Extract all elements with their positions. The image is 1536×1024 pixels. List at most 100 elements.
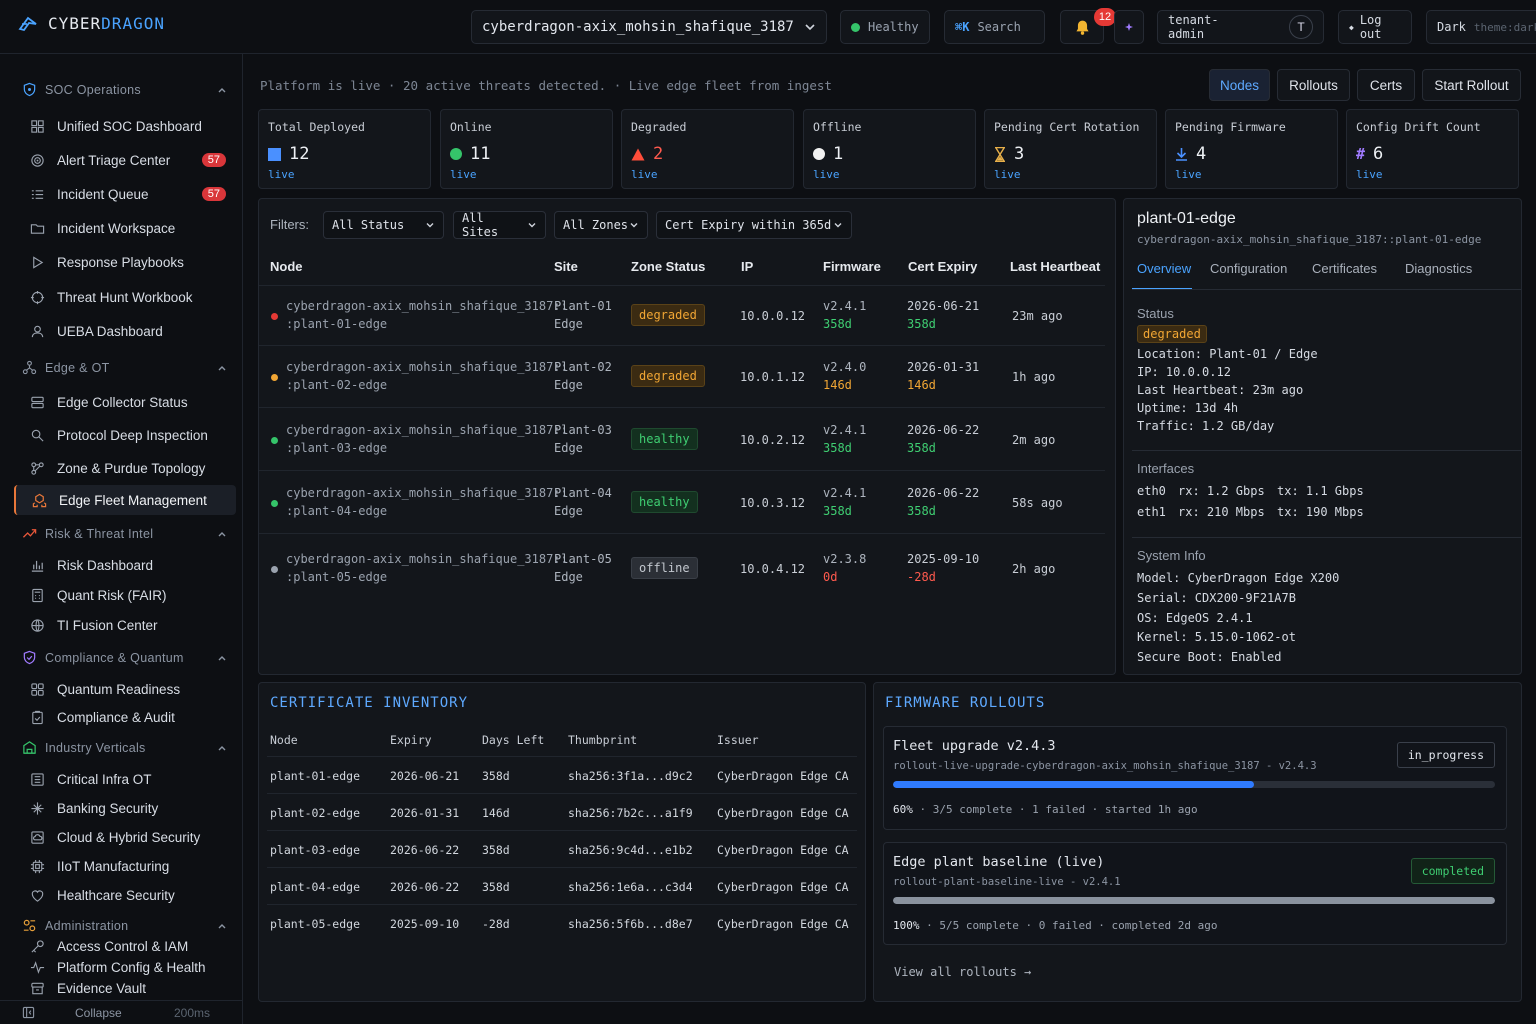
col-ip[interactable]: IP (741, 259, 753, 274)
sidebar-item-threat-hunt[interactable]: Threat Hunt Workbook (14, 282, 236, 312)
table-row[interactable]: plant-04-edge 2026-06-22 358d sha256:1e6a..… (267, 867, 857, 904)
tab-certificates[interactable]: Certificates (1312, 261, 1377, 276)
sidebar-item-edge-fleet[interactable]: Edge Fleet Management (14, 485, 236, 515)
col-firmware[interactable]: Firmware (823, 259, 881, 274)
collapse-button[interactable]: Collapse (75, 1006, 122, 1020)
table-row[interactable]: plant-01-edge 2026-06-21 358d sha256:3f1a..… (267, 756, 857, 793)
node-ip: 10.0.0.12 (740, 309, 806, 323)
sidebar-item-quant-risk[interactable]: Quant Risk (FAIR) (14, 580, 236, 610)
node-firmware-age: 358d (823, 441, 852, 455)
trend-icon (22, 529, 37, 538)
table-row[interactable]: cyberdragon-axix_mohsin_shafique_3187:::… (259, 533, 1105, 603)
kpi-label: Config Drift Count (1356, 120, 1481, 134)
sidebar-item-label: Edge Fleet Management (59, 492, 207, 508)
tab-diagnostics[interactable]: Diagnostics (1405, 261, 1472, 276)
divider (1132, 537, 1521, 538)
heart-icon (31, 889, 44, 902)
col-site[interactable]: Site (554, 259, 578, 274)
tab-certs[interactable]: Certs (1357, 69, 1415, 101)
sidebar-item-risk-dashboard[interactable]: Risk Dashboard (14, 550, 236, 580)
rollout-name: Fleet upgrade v2.4.3 (893, 738, 1056, 754)
sidebar-section-soc[interactable]: SOC Operations (22, 82, 227, 97)
table-row[interactable]: cyberdragon-axix_mohsin_shafique_3187:::… (259, 345, 1105, 407)
sidebar-item-protocol-inspection[interactable]: Protocol Deep Inspection (14, 420, 236, 450)
node-name-line2: :plant-02-edge (286, 378, 388, 392)
table-row[interactable]: plant-02-edge 2026-01-31 146d sha256:7b2c..… (267, 793, 857, 830)
table-row[interactable]: plant-03-edge 2026-06-22 358d sha256:9c4d..… (267, 830, 857, 867)
globe-icon (31, 618, 44, 632)
sidebar-section-admin[interactable]: Administration (22, 918, 227, 933)
rollout-card[interactable]: Edge plant baseline (live) rollout-plant… (883, 842, 1507, 945)
sidebar-item-compliance-audit[interactable]: Compliance & Audit (14, 702, 236, 732)
app-logo[interactable]: CYBERDRAGON (18, 14, 165, 33)
rollout-card[interactable]: Fleet upgrade v2.4.3 rollout-live-upgrad… (883, 726, 1507, 830)
table-row[interactable]: cyberdragon-axix_mohsin_shafique_3187:::… (259, 407, 1105, 470)
node-name-line1: cyberdragon-axix_mohsin_shafique_3187:: (286, 299, 568, 313)
sidebar-item-critical-infra[interactable]: Critical Infra OT (14, 764, 236, 794)
start-rollout-button[interactable]: Start Rollout (1422, 69, 1521, 101)
status-dot-icon (271, 500, 278, 507)
sidebar-item-evidence-vault[interactable]: Evidence Vault (14, 974, 236, 1002)
sidebar-item-quantum-readiness[interactable]: Quantum Readiness (14, 674, 236, 704)
sidebar-item-alert-triage[interactable]: Alert Triage Center 57 (14, 145, 236, 175)
sidebar-item-unified-soc[interactable]: Unified SOC Dashboard (14, 111, 236, 141)
topology-icon (31, 461, 44, 475)
status-filter[interactable]: All Status (323, 211, 444, 239)
table-row[interactable]: cyberdragon-axix_mohsin_shafique_3187:::… (259, 285, 1105, 345)
zone-filter[interactable]: All Zones (554, 211, 648, 239)
sidebar-item-healthcare[interactable]: Healthcare Security (14, 880, 236, 910)
sidebar-item-edge-collector[interactable]: Edge Collector Status (14, 387, 236, 417)
sidebar-item-label: Risk Dashboard (57, 557, 154, 573)
sidebar-item-ueba[interactable]: UEBA Dashboard (14, 316, 236, 346)
sidebar-section-compliance[interactable]: Compliance & Quantum (22, 650, 227, 665)
interfaces-heading: Interfaces (1137, 461, 1195, 476)
sidebar-item-cloud-hybrid[interactable]: Cloud & Hybrid Security (14, 822, 236, 852)
sidebar-item-zone-topology[interactable]: Zone & Purdue Topology (14, 453, 236, 483)
tenant-select[interactable]: cyberdragon-axix_mohsin_shafique_3187 (471, 10, 827, 44)
firmware-rollouts-panel: FIRMWARE ROLLOUTS Fleet upgrade v2.4.3 r… (873, 682, 1522, 1002)
sidebar-section-risk[interactable]: Risk & Threat Intel (22, 526, 227, 541)
zone-filter-value: All Zones (563, 218, 629, 232)
play-icon (33, 255, 44, 269)
cert-col-issuer[interactable]: Issuer (717, 733, 759, 747)
col-last-heartbeat[interactable]: Last Heartbeat (1010, 259, 1100, 274)
table-row[interactable]: plant-05-edge 2025-09-10 -28d sha256:5f6b..… (267, 904, 857, 941)
sidebar-item-response-playbooks[interactable]: Response Playbooks (14, 247, 236, 277)
logout-button[interactable]: ◆ Log out (1338, 10, 1412, 44)
user-menu[interactable]: tenant-admin T (1157, 10, 1324, 44)
sidebar-item-iiot[interactable]: IIoT Manufacturing (14, 851, 236, 881)
tab-nodes[interactable]: Nodes (1209, 69, 1270, 101)
assistant-button[interactable] (1114, 10, 1144, 44)
sidebar-section-industry[interactable]: Industry Verticals (22, 740, 227, 755)
tab-configuration[interactable]: Configuration (1210, 261, 1287, 276)
tab-rollouts[interactable]: Rollouts (1277, 69, 1350, 101)
theme-label: Dark (1437, 20, 1466, 34)
cert-col-node[interactable]: Node (270, 733, 298, 747)
col-cert-expiry[interactable]: Cert Expiry (908, 259, 977, 274)
cert-col-days-left[interactable]: Days Left (482, 733, 544, 747)
sidebar-item-incident-queue[interactable]: Incident Queue 57 (14, 179, 236, 209)
section-label: Administration (45, 918, 129, 933)
sidebar-footer: Collapse 200ms (0, 1000, 243, 1024)
cert-col-expiry[interactable]: Expiry (390, 733, 432, 747)
tab-overview[interactable]: Overview (1137, 261, 1191, 276)
col-zone-status[interactable]: Zone Status (631, 259, 705, 274)
sidebar-item-ti-fusion[interactable]: TI Fusion Center (14, 610, 236, 640)
search-button[interactable]: ⌘K Search (944, 10, 1045, 44)
app-name-part1: CYBER (48, 14, 102, 33)
cert-col-thumbprint[interactable]: Thumbprint (568, 733, 637, 747)
sidebar-section-edge-ot[interactable]: Edge & OT (22, 360, 227, 375)
table-row[interactable]: cyberdragon-axix_mohsin_shafique_3187:::… (259, 470, 1105, 533)
sidebar-item-banking[interactable]: Banking Security (14, 793, 236, 823)
theme-toggle[interactable]: Dark theme:dark (1426, 10, 1536, 44)
cert-issuer: CyberDragon Edge CA (717, 880, 849, 894)
view-all-rollouts-link[interactable]: View all rollouts → (894, 965, 1031, 979)
col-node[interactable]: Node (270, 259, 303, 274)
sidebar-item-incident-workspace[interactable]: Incident Workspace (14, 213, 236, 243)
inspect-icon (31, 429, 44, 442)
sidebar-item-label: Banking Security (57, 800, 159, 816)
health-status-pill[interactable]: Healthy (840, 10, 930, 44)
cert-expiry-filter[interactable]: Cert Expiry within 365d (656, 211, 852, 239)
collapse-icon[interactable] (22, 1006, 35, 1019)
site-filter[interactable]: All Sites (453, 211, 546, 239)
